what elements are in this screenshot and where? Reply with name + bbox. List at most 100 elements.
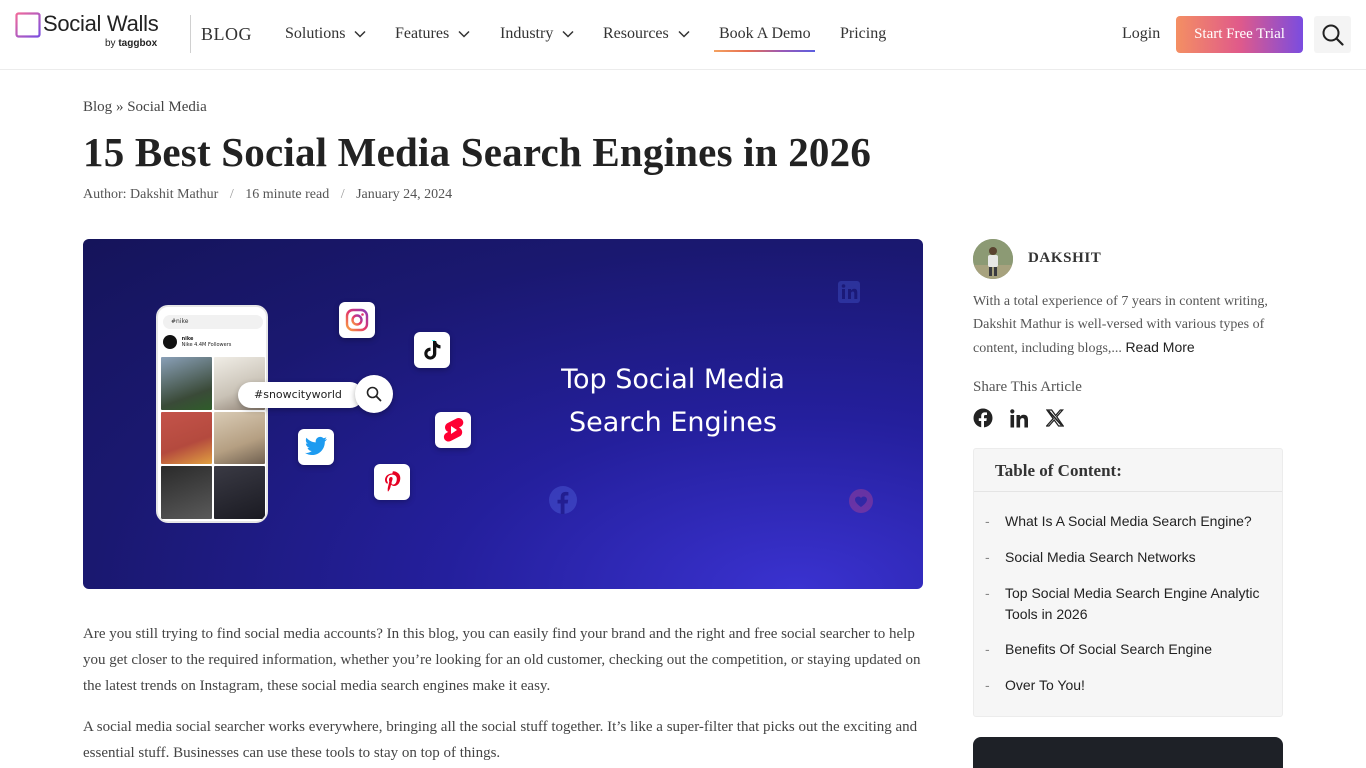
phone-photo <box>214 411 265 465</box>
nav-industry[interactable]: Industry <box>500 25 574 43</box>
logo-subtitle: by taggbox <box>105 38 157 49</box>
nav-pricing-label: Pricing <box>840 25 887 42</box>
hero-headline-line1: Top Social Media <box>561 364 785 395</box>
phone-account-stats: Nike 4.4M Followers <box>181 342 232 348</box>
article-paragraph: Are you still trying to find social medi… <box>83 626 921 694</box>
meta-separator: / <box>340 187 345 202</box>
page-title: 15 Best Social Media Search Engines in 2… <box>83 129 872 175</box>
tiktok-icon <box>424 340 441 360</box>
phone-profile-header: nike Nike 4.4M Followers <box>163 335 263 353</box>
breadcrumb-separator: » <box>115 99 124 115</box>
nav-features-label: Features <box>395 25 450 42</box>
author-avatar[interactable] <box>973 239 1013 279</box>
youtube-shorts-icon <box>443 417 464 442</box>
hashtag-search-pill: #snowcityworld <box>238 382 363 408</box>
nav-active-underline <box>714 50 815 52</box>
linkedin-icon <box>1009 408 1028 427</box>
logo-divider <box>190 15 191 53</box>
nav-book-a-demo-label: Book A Demo <box>719 25 811 42</box>
top-navigation-bar: Social Walls by taggbox BLOG Solutions F… <box>0 0 1366 70</box>
search-icon <box>1322 24 1344 46</box>
article-read-time: 16 minute read <box>245 187 330 202</box>
start-free-trial-button[interactable]: Start Free Trial <box>1176 16 1303 53</box>
nav-features[interactable]: Features <box>395 25 470 43</box>
chevron-down-icon <box>678 30 690 38</box>
nike-avatar <box>163 335 177 349</box>
share-facebook-button[interactable] <box>973 408 993 428</box>
toc-bullet: - <box>985 677 990 693</box>
logo-sub-by: by <box>105 38 116 49</box>
toc-item[interactable]: - Benefits Of Social Search Engine <box>985 639 1270 660</box>
breadcrumb-blog-link[interactable]: Blog <box>83 99 112 115</box>
phone-photo <box>161 357 212 410</box>
toc-item-label: Top Social Media Search Engine Analytic … <box>1005 585 1260 622</box>
twitter-tile <box>298 429 334 465</box>
nav-book-a-demo[interactable]: Book A Demo <box>719 25 811 43</box>
toc-item[interactable]: - Top Social Media Search Engine Analyti… <box>985 583 1270 625</box>
toc-item[interactable]: - Social Media Search Networks <box>985 547 1270 568</box>
toc-item-label: What Is A Social Media Search Engine? <box>1005 513 1252 529</box>
phone-mockup: #nike nike Nike 4.4M Followers <box>156 305 268 523</box>
breadcrumb: Blog » Social Media <box>83 99 207 116</box>
article-meta: Author: Dakshit Mathur / 16 minute read … <box>83 187 452 203</box>
nav-industry-label: Industry <box>500 25 554 42</box>
phone-search-field: #nike <box>163 315 263 329</box>
toc-title: Table of Content: <box>995 461 1122 480</box>
pinterest-icon <box>382 471 402 492</box>
author-name[interactable]: DAKSHIT <box>1028 250 1101 267</box>
toc-item-label: Benefits Of Social Search Engine <box>1005 641 1213 657</box>
phone-photo <box>214 466 265 519</box>
nav-pricing[interactable]: Pricing <box>840 25 886 43</box>
logo-text: Social Walls <box>43 11 159 36</box>
hero-headline-line2: Search Engines <box>569 407 777 438</box>
share-label: Share This Article <box>973 379 1082 395</box>
chevron-down-icon <box>562 30 574 38</box>
author-bio-text: With a total experience of 7 years in co… <box>973 294 1268 356</box>
twitter-icon <box>305 436 327 455</box>
phone-photo <box>161 466 212 519</box>
share-linkedin-button[interactable] <box>1009 408 1029 428</box>
author-bio: With a total experience of 7 years in co… <box>973 290 1283 360</box>
instagram-icon <box>345 308 369 332</box>
toc-bullet: - <box>985 585 990 601</box>
heart-icon <box>849 489 873 513</box>
hashtag-search-button <box>355 375 393 413</box>
toc-item-label: Social Media Search Networks <box>1005 549 1196 565</box>
table-of-contents: Table of Content: - What Is A Social Med… <box>973 448 1283 717</box>
search-button[interactable] <box>1314 16 1351 53</box>
article-author: Author: Dakshit Mathur <box>83 187 219 202</box>
toc-item-label: Over To You! <box>1005 677 1085 693</box>
login-link[interactable]: Login <box>1122 25 1160 43</box>
blog-home-link[interactable]: BLOG <box>201 24 252 45</box>
instagram-tile <box>339 302 375 338</box>
article-date: January 24, 2024 <box>356 187 453 202</box>
toc-item[interactable]: - What Is A Social Media Search Engine? <box>985 511 1270 532</box>
nav-resources[interactable]: Resources <box>603 25 690 43</box>
pinterest-tile <box>374 464 410 500</box>
toc-bullet: - <box>985 641 990 657</box>
nav-resources-label: Resources <box>603 25 669 42</box>
toc-divider <box>974 491 1282 492</box>
social-walls-logo[interactable]: Social Walls by taggbox <box>15 11 180 54</box>
read-more-link[interactable]: Read More <box>1125 339 1194 355</box>
logo-sub-brand: taggbox <box>118 38 158 49</box>
social-walls-logo-icon <box>15 12 41 38</box>
nav-solutions-label: Solutions <box>285 25 346 42</box>
search-icon <box>366 386 382 402</box>
facebook-icon <box>549 486 577 514</box>
linkedin-icon <box>838 281 860 303</box>
article-paragraph: A social media social searcher works eve… <box>83 719 918 761</box>
breadcrumb-social-media-link[interactable]: Social Media <box>127 99 207 115</box>
phone-photo <box>161 411 212 465</box>
nav-solutions[interactable]: Solutions <box>285 25 366 43</box>
toc-bullet: - <box>985 549 990 565</box>
share-x-button[interactable] <box>1045 408 1065 428</box>
toc-item[interactable]: - Over To You! <box>985 675 1270 696</box>
meta-separator: / <box>229 187 234 202</box>
facebook-icon <box>973 408 993 428</box>
author-photo <box>973 239 1013 279</box>
hero-image: #nike nike Nike 4.4M Followers #snowcity… <box>83 239 923 589</box>
sidebar-promo-card <box>973 737 1283 768</box>
chevron-down-icon <box>354 30 366 38</box>
chevron-down-icon <box>458 30 470 38</box>
